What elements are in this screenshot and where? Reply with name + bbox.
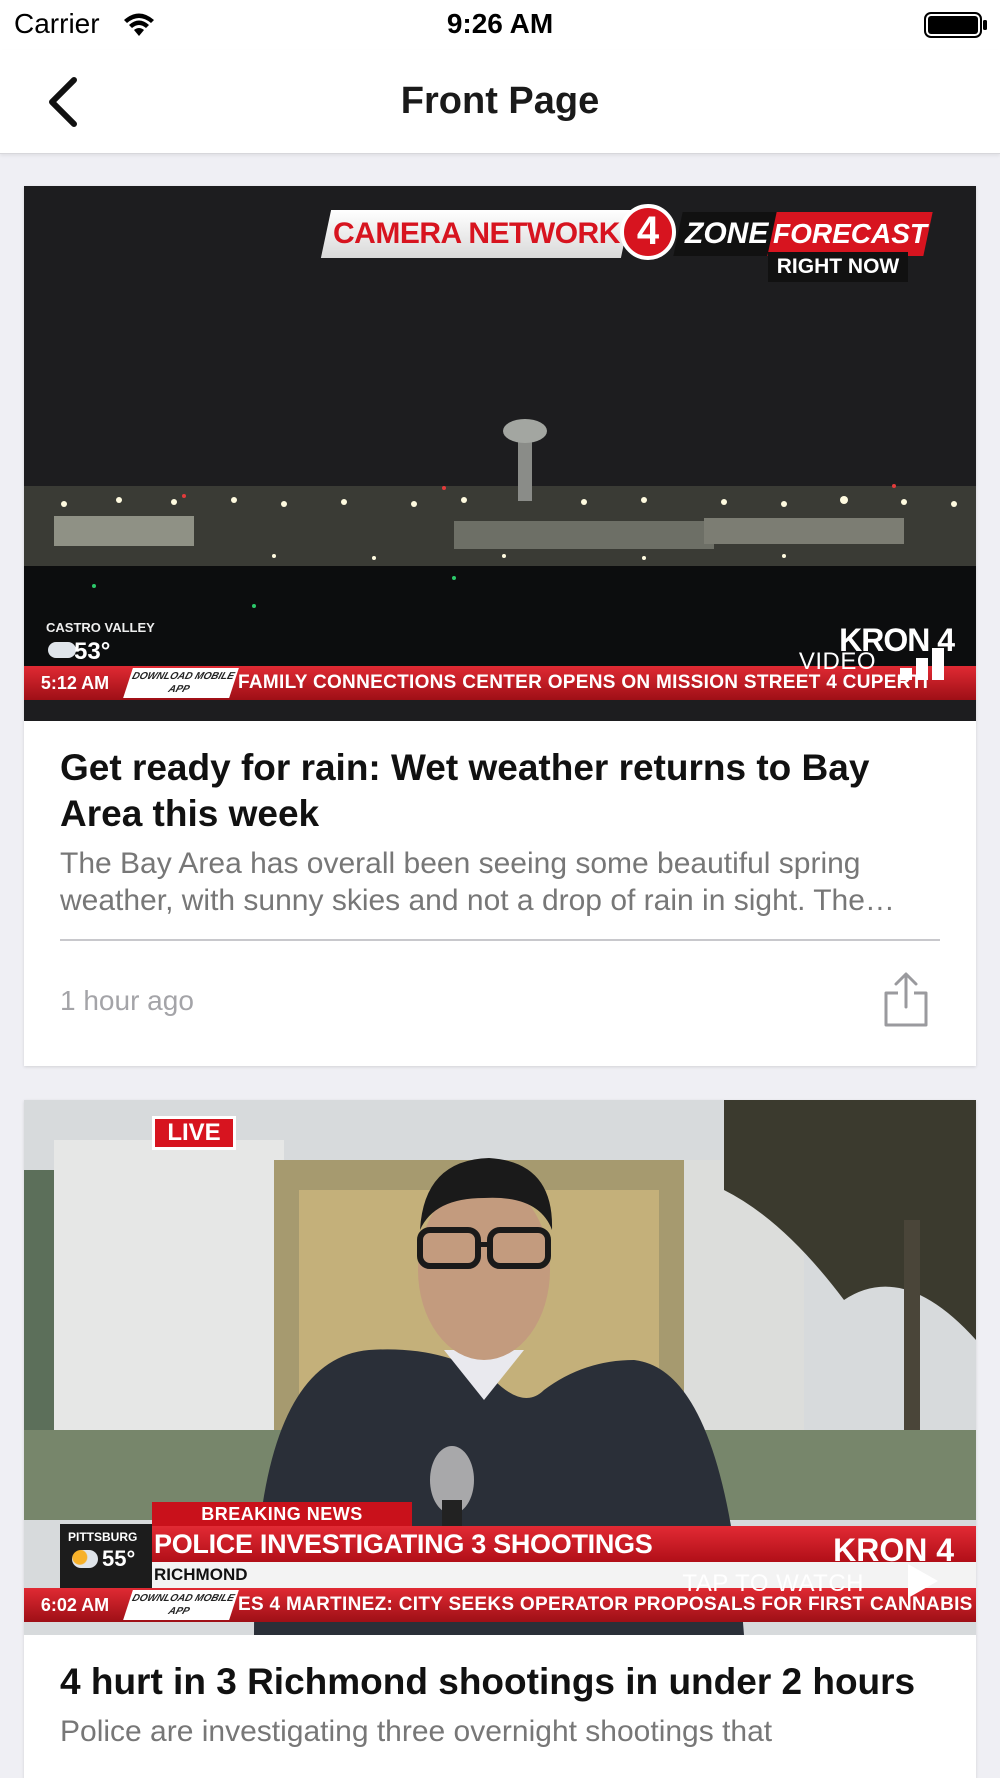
- broadcast-forecast-label: FORECAST: [773, 218, 927, 249]
- status-time: 9:26 AM: [446, 8, 554, 39]
- broadcast-zone-label: ZONE: [685, 217, 769, 250]
- broadcast-forecast: FORECAST: [767, 212, 933, 256]
- page-title: Front Page: [400, 80, 600, 122]
- navigation-bar: Front Page: [0, 50, 1000, 154]
- video-label: VIDEO: [798, 648, 876, 675]
- share-icon[interactable]: [880, 971, 932, 1027]
- battery-icon: [924, 12, 987, 38]
- ticker-time: 6:02 AM: [40, 1595, 110, 1615]
- play-icon[interactable]: [904, 1562, 940, 1600]
- article-summary: Police are investigating three overnight…: [60, 1715, 773, 1748]
- ticker-text: ES 4 MARTINEZ: CITY SEEKS OPERATOR PROPO…: [238, 1594, 973, 1615]
- weather-temperature: 55°: [102, 1546, 136, 1571]
- live-badge: LIVE: [152, 1116, 236, 1150]
- video-bars-icon: [900, 648, 944, 680]
- article-video-thumbnail[interactable]: LIVE BREAKING NEWS POLICE INVESTIGATING …: [24, 1100, 976, 1635]
- article-headline[interactable]: Get ready for rain: Wet weather returns …: [60, 745, 940, 837]
- download-app-badge: DOWNLOAD MOBILE APP: [123, 1590, 239, 1620]
- broadcast-bug: CAMERA NETWORK: [320, 210, 632, 258]
- download-app-badge: DOWNLOAD MOBILE APP: [123, 668, 239, 698]
- tap-to-watch-label[interactable]: TAP TO WATCH: [682, 1570, 864, 1598]
- article-timestamp: 1 hour ago: [60, 985, 194, 1016]
- article-body: Get ready for rain: Wet weather returns …: [24, 721, 976, 1063]
- breaking-news-label: BREAKING NEWS: [152, 1502, 412, 1526]
- article-body: 4 hurt in 3 Richmond shootings in under …: [24, 1635, 976, 1750]
- weather-temperature: 53°: [74, 638, 111, 665]
- article-card[interactable]: CAMERA NETWORK 4 ZONE FORECAST RIGHT NOW…: [24, 186, 976, 1066]
- cloud-icon: [48, 642, 76, 658]
- article-card[interactable]: LIVE BREAKING NEWS POLICE INVESTIGATING …: [24, 1100, 976, 1778]
- channel-number: 4: [620, 204, 676, 260]
- broadcast-right-now: RIGHT NOW: [768, 252, 908, 282]
- ticker-time: 5:12 AM: [40, 673, 110, 693]
- broadcast-zone: ZONE: [673, 212, 781, 256]
- article-summary: The Bay Area has overall been seeing som…: [60, 847, 865, 917]
- broadcast-bug-label: CAMERA NETWORK: [332, 217, 620, 250]
- article-footer: 1 hour ago: [60, 941, 940, 1063]
- weather-city: PITTSBURG: [68, 1530, 138, 1544]
- broadcast-subline: RICHMOND: [154, 1565, 248, 1584]
- article-headline[interactable]: 4 hurt in 3 Richmond shootings in under …: [60, 1659, 940, 1705]
- partly-cloudy-icon: [72, 1550, 98, 1568]
- weather-city: CASTRO VALLEY: [46, 620, 155, 635]
- article-video-thumbnail[interactable]: CAMERA NETWORK 4 ZONE FORECAST RIGHT NOW…: [24, 186, 976, 721]
- status-bar: Carrier 9:26 AM: [0, 0, 1000, 50]
- broadcast-headline: POLICE INVESTIGATING 3 SHOOTINGS: [154, 1529, 653, 1559]
